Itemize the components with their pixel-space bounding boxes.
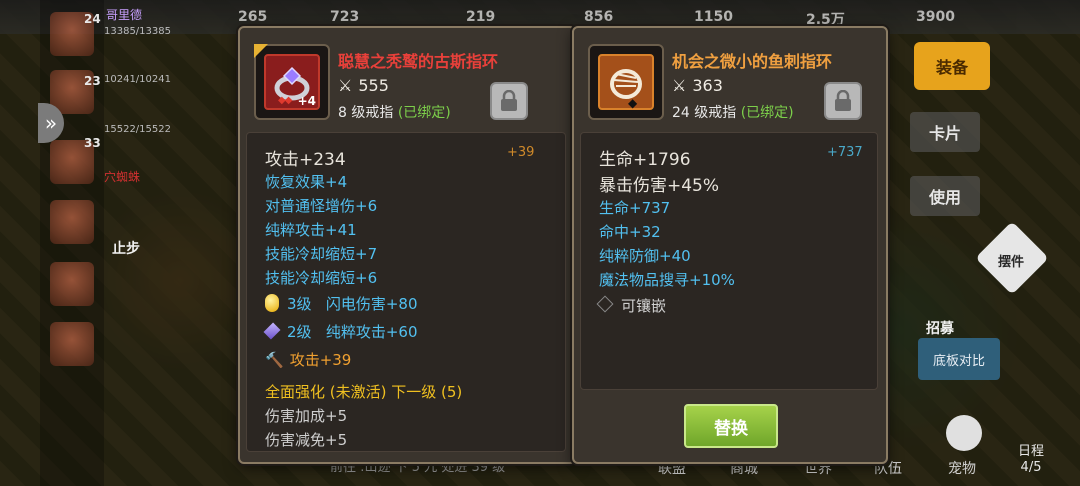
enemy-label: 穴蜘蛛 bbox=[104, 170, 141, 184]
hammer-icon: 🔨 bbox=[265, 351, 284, 369]
gem-row: 3级 闪电伤害+80 bbox=[265, 293, 418, 314]
stats-box: 攻击+234 +39 恢复效果+4 对普通怪增伤+6 纯粹攻击+41 技能冷却缩… bbox=[246, 132, 566, 452]
hero-avatar-4[interactable] bbox=[50, 200, 94, 244]
hero-hp-1: 13385/13385 bbox=[104, 26, 171, 37]
main-stat: 暴击伤害+45% bbox=[599, 176, 720, 196]
lock-icon bbox=[835, 90, 851, 111]
socket-diamond-icon: ◆ bbox=[628, 96, 638, 110]
lock-icon bbox=[501, 90, 517, 111]
yellow-gem-icon bbox=[265, 294, 279, 312]
ornament-label: 摆件 bbox=[998, 255, 1025, 270]
fishbone-ring-icon: ◆ bbox=[598, 54, 654, 110]
enchant-row: 🔨 攻击+39 bbox=[265, 349, 351, 370]
item-level-line: 8 级戒指 (已绑定) bbox=[338, 102, 451, 122]
gem-effect: 纯粹攻击+60 bbox=[325, 323, 418, 341]
compare-button[interactable]: 底板对比 bbox=[918, 338, 1000, 380]
tab-pet[interactable]: 宠物 bbox=[948, 458, 976, 478]
socket-label: 可镶嵌 bbox=[621, 297, 667, 315]
card-button[interactable]: 卡片 bbox=[910, 112, 980, 152]
hero-level-1: 24 bbox=[84, 12, 101, 26]
equip-button[interactable]: 装备 bbox=[914, 42, 990, 90]
lock-button[interactable] bbox=[824, 82, 862, 120]
item-name: 机会之微小的鱼刺指环 bbox=[672, 52, 833, 71]
lock-button[interactable] bbox=[490, 82, 528, 120]
hero-level-2: 23 bbox=[84, 74, 101, 88]
hero-avatar-5[interactable] bbox=[50, 262, 94, 306]
item-icon-frame: ◆◆ +4 bbox=[254, 44, 330, 120]
sub-stat: 生命+737 bbox=[599, 199, 671, 217]
sub-stat: 纯粹防御+40 bbox=[599, 247, 691, 265]
power-rating: ⚔ 555 bbox=[338, 76, 389, 95]
set-effect: 伤害加成+5 bbox=[265, 407, 348, 425]
bound-status: (已绑定) bbox=[740, 105, 794, 121]
schedule-label: 日程 bbox=[1018, 444, 1045, 459]
set-effect: 伤害减免+5 bbox=[265, 431, 348, 449]
item-level-line: 24 级戒指 (已绑定) bbox=[672, 102, 794, 122]
item-level: 24 级戒指 bbox=[672, 105, 737, 121]
socket-row: 可镶嵌 bbox=[596, 295, 667, 316]
set-title: 全面强化 (未激活) 下一级 (5) bbox=[265, 383, 463, 401]
hero-level-3: 33 bbox=[84, 136, 101, 150]
sub-stat: 技能冷却缩短+6 bbox=[265, 269, 378, 287]
sub-stat: 纯粹攻击+41 bbox=[265, 221, 357, 239]
hero-hp-3: 15522/15522 bbox=[104, 124, 171, 135]
schedule-count: 4/5 bbox=[1020, 460, 1042, 475]
hero-hp-2: 10241/10241 bbox=[104, 74, 171, 85]
resource-1: 265 bbox=[238, 9, 268, 25]
purple-gem-icon bbox=[263, 322, 281, 340]
gem-effect: 闪电伤害+80 bbox=[325, 295, 418, 313]
gem-level: 2级 bbox=[287, 323, 312, 341]
double-chevron-icon: » bbox=[44, 111, 58, 135]
item-level: 8 级戒指 bbox=[338, 105, 394, 121]
resource-3: 219 bbox=[466, 9, 496, 25]
empty-socket-icon bbox=[596, 295, 614, 313]
sub-stat: 命中+32 bbox=[599, 223, 661, 241]
enhance-level: +4 bbox=[297, 94, 316, 108]
compare-item-panel: ◆ 机会之微小的鱼刺指环 ⚔ 363 24 级戒指 (已绑定) 生命+1796 +… bbox=[572, 26, 888, 464]
bound-status: (已绑定) bbox=[397, 105, 451, 121]
resource-7: 3900 bbox=[916, 9, 955, 25]
hero-avatar-6[interactable] bbox=[50, 322, 94, 366]
item-icon-frame: ◆ bbox=[588, 44, 664, 120]
replace-button[interactable]: 替换 bbox=[684, 404, 778, 448]
recruit-label[interactable]: 招募 bbox=[926, 318, 954, 338]
ring-icon: ◆◆ +4 bbox=[264, 54, 320, 110]
resource-4: 856 bbox=[584, 9, 614, 25]
main-stat-delta: +39 bbox=[507, 145, 535, 160]
crossed-swords-icon: ⚔ bbox=[338, 76, 353, 95]
main-stat-delta: +737 bbox=[827, 145, 863, 160]
sub-stat: 对普通怪增伤+6 bbox=[265, 197, 378, 215]
enchant-value: 攻击+39 bbox=[289, 351, 352, 369]
use-button[interactable]: 使用 bbox=[910, 176, 980, 216]
sub-stat: 魔法物品搜寻+10% bbox=[599, 271, 735, 289]
gem-row: 2级 纯粹攻击+60 bbox=[263, 321, 418, 342]
sub-stat: 技能冷却缩短+7 bbox=[265, 245, 378, 263]
stop-label: 止步 bbox=[112, 241, 140, 257]
power-rating: ⚔ 363 bbox=[672, 76, 723, 95]
pet-paw-icon[interactable] bbox=[946, 415, 982, 451]
schedule-button[interactable]: 日程 4/5 bbox=[1018, 444, 1044, 476]
resource-5: 1150 bbox=[694, 9, 733, 25]
party-leader-name: 哥里德 bbox=[106, 8, 143, 22]
stats-box: 生命+1796 +737 暴击伤害+45% 生命+737 命中+32 纯粹防御+… bbox=[580, 132, 878, 390]
gem-level: 3级 bbox=[287, 295, 312, 313]
item-name: 聪慧之秃鹫的古斯指环 bbox=[338, 52, 499, 71]
crossed-swords-icon: ⚔ bbox=[672, 76, 687, 95]
resource-2: 723 bbox=[330, 9, 360, 25]
power-value: 363 bbox=[692, 76, 723, 95]
power-value: 555 bbox=[358, 76, 389, 95]
main-stat: 生命+1796 bbox=[599, 150, 691, 170]
sub-stat: 恢复效果+4 bbox=[265, 173, 348, 191]
star-dots: ◆◆ bbox=[278, 95, 292, 106]
equipped-item-panel: ◆◆ +4 聪慧之秃鹫的古斯指环 ⚔ 555 8 级戒指 (已绑定) 攻击+234… bbox=[238, 26, 576, 464]
main-stat: 攻击+234 bbox=[265, 150, 346, 170]
